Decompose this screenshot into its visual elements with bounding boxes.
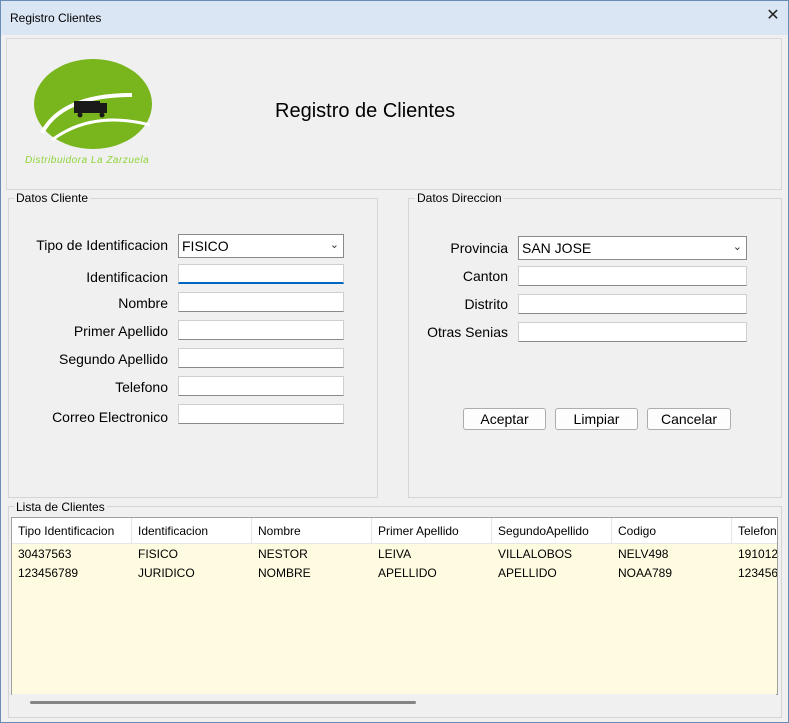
identificacion-label: Identificacion — [86, 269, 168, 285]
table-cell: NOAA789 — [618, 566, 673, 580]
otras-senias-field[interactable] — [518, 322, 747, 342]
close-icon[interactable]: ✕ — [763, 6, 783, 26]
provincia-label: Provincia — [450, 240, 508, 256]
cancelar-button[interactable]: Cancelar — [647, 408, 731, 430]
table-cell: APELLIDO — [378, 566, 437, 580]
chevron-down-icon: ⌄ — [329, 239, 339, 251]
primer-apellido-field[interactable] — [178, 320, 344, 340]
table-cell: APELLIDO — [498, 566, 557, 580]
nombre-field[interactable] — [178, 292, 344, 312]
column-header[interactable]: Primer Apellido — [372, 518, 492, 544]
table-cell: 12345678 — [738, 566, 777, 580]
table-cell: 30437563 — [18, 547, 72, 561]
column-header[interactable]: Codigo — [612, 518, 732, 544]
table-cell: JURIDICO — [138, 566, 195, 580]
window-title: Registro Clientes — [10, 11, 102, 25]
datos-direccion-title: Datos Direccion — [415, 191, 504, 205]
distrito-label: Distrito — [464, 296, 508, 312]
primer-apellido-label: Primer Apellido — [73, 323, 168, 339]
table-cell: NELV498 — [618, 547, 669, 561]
datos-cliente-title: Datos Cliente — [14, 191, 91, 205]
correo-label: Correo Electronico — [52, 409, 168, 425]
canton-field[interactable] — [518, 266, 747, 286]
table-cell: 19101258 — [738, 547, 777, 561]
column-header[interactable]: Identificacion — [132, 518, 252, 544]
table-cell: LEIVA — [378, 547, 412, 561]
column-header[interactable]: Tipo Identificacion — [12, 518, 132, 544]
telefono-field[interactable] — [178, 376, 344, 396]
table-cell: NOMBRE — [258, 566, 311, 580]
limpiar-button[interactable]: Limpiar — [555, 408, 638, 430]
tipo-identificacion-select[interactable]: FISICO ⌄ — [178, 234, 344, 258]
title-bar — [1, 1, 788, 35]
column-header[interactable]: Telefono — [732, 518, 777, 544]
column-header[interactable]: Nombre — [252, 518, 372, 544]
table-cell: NESTOR — [258, 547, 308, 561]
table-cell: VILLALOBOS — [498, 547, 573, 561]
logo-text: Distribuidora La Zarzuela — [25, 155, 150, 166]
clientes-table[interactable]: Tipo Identificacion Identificacion Nombr… — [11, 517, 778, 695]
logo — [22, 55, 167, 170]
correo-field[interactable] — [178, 404, 344, 424]
telefono-label: Telefono — [115, 379, 168, 395]
lista-clientes-title: Lista de Clientes — [14, 500, 107, 514]
scrollbar-thumb[interactable] — [30, 701, 416, 704]
aceptar-button[interactable]: Aceptar — [463, 408, 546, 430]
column-header[interactable]: SegundoApellido — [492, 518, 612, 544]
otras-senias-label: Otras Senias — [427, 324, 508, 340]
tipo-identificacion-value: FISICO — [182, 238, 229, 254]
chevron-down-icon: ⌄ — [732, 241, 742, 253]
segundo-apellido-label: Segundo Apellido — [59, 351, 168, 367]
distrito-field[interactable] — [518, 294, 747, 314]
truck-icon — [34, 59, 152, 149]
identificacion-field[interactable] — [178, 264, 344, 284]
page-title: Registro de Clientes — [275, 100, 456, 122]
segundo-apellido-field[interactable] — [178, 348, 344, 368]
canton-label: Canton — [462, 268, 508, 284]
provincia-value: SAN JOSE — [522, 240, 592, 256]
tipo-identificacion-label: Tipo de Identificacion — [36, 237, 168, 253]
table-cell: FISICO — [138, 547, 179, 561]
table-cell: 123456789 — [18, 566, 79, 580]
nombre-label: Nombre — [118, 295, 168, 311]
provincia-select[interactable]: SAN JOSE ⌄ — [518, 236, 747, 260]
